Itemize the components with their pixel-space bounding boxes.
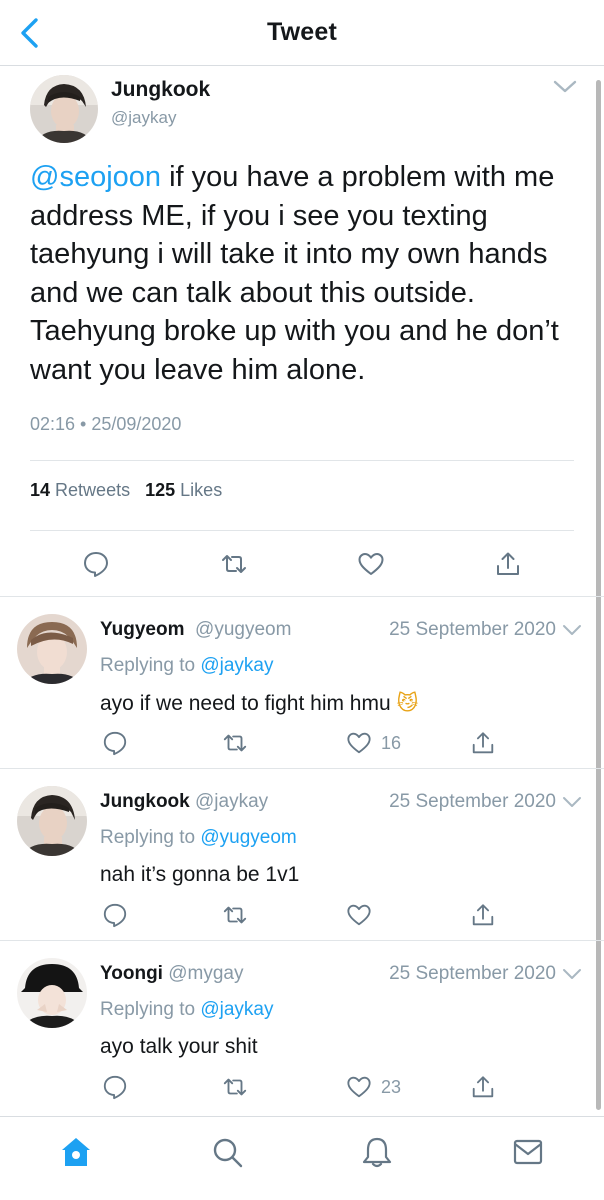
avatar-photo [17,786,87,856]
reply-icon[interactable] [82,550,110,578]
chevron-down-icon[interactable] [562,795,582,809]
like-count: 16 [381,733,402,753]
page-title: Tweet [267,18,337,46]
retweet-icon[interactable] [220,550,248,578]
replying-prefix: Replying to [100,999,201,1020]
like-icon[interactable] [346,730,372,756]
notifications-icon[interactable] [360,1135,394,1169]
avatar-photo [17,614,87,684]
like-count: 23 [381,1077,402,1097]
replying-to: Replying to @jaykay [100,999,274,1021]
author-handle[interactable]: @jaykay [111,108,176,128]
reply-author: Yoongi @mygay [100,963,244,985]
likes-label[interactable]: Likes [180,480,222,500]
tweet-text: if you have a problem with me address ME… [30,161,559,386]
home-icon[interactable] [59,1135,93,1169]
main-tweet: Jungkook @jaykay @seojoon if you have a … [0,66,604,596]
reply-handle[interactable]: @jaykay [195,791,268,812]
like-icon[interactable] [346,902,372,928]
chevron-down-icon[interactable] [562,967,582,981]
like-icon[interactable] [357,550,385,578]
share-icon[interactable] [494,550,522,578]
share-icon[interactable] [470,1074,496,1100]
reply-date: 25 September 2020 [389,963,556,984]
tweet-timestamp: 02:16 • 25/09/2020 [30,414,182,434]
reply-body: ayo talk your shit [100,1035,258,1058]
reply-author: Yugyeom @yugyeom [100,619,291,641]
bottom-tab-bar [0,1116,604,1200]
replying-to-link[interactable]: @jaykay [200,999,273,1020]
share-icon[interactable] [470,902,496,928]
reply-date: 25 September 2020 [389,619,556,640]
reply-avatar[interactable] [17,786,87,856]
divider [30,530,574,531]
reply-handle[interactable]: @yugyeom [195,619,291,640]
share-icon[interactable] [470,730,496,756]
reply-icon[interactable] [102,730,128,756]
likes-count[interactable]: 125 [145,480,175,500]
retweet-icon[interactable] [222,730,248,756]
reply-name[interactable]: Yugyeom [100,619,184,640]
search-icon[interactable] [210,1135,244,1169]
avatar-photo [30,75,98,143]
reply-icon[interactable] [102,902,128,928]
replying-to: Replying to @jaykay [100,655,274,677]
reply-tweet[interactable]: Yoongi @mygay 25 September 2020 Replying… [0,940,604,1112]
reply-body: nah it’s gonna be 1v1 [100,863,300,886]
chevron-down-icon[interactable] [552,78,578,96]
reply-name[interactable]: Yoongi [100,963,163,984]
reply-avatar[interactable] [17,958,87,1028]
messages-icon[interactable] [511,1135,545,1169]
replying-to-link[interactable]: @jaykay [200,655,273,676]
author-avatar[interactable] [30,75,98,143]
tweet-body: @seojoon if you have a problem with me a… [30,158,580,389]
divider [30,460,574,461]
author-name[interactable]: Jungkook [111,78,210,102]
replying-prefix: Replying to [100,655,201,676]
smirking-cat-emoji: 😼 [396,691,419,715]
avatar-photo [17,958,87,1028]
top-nav-bar: Tweet [0,0,604,66]
reply-name[interactable]: Jungkook [100,791,190,812]
replying-to-link[interactable]: @yugyeom [200,827,296,848]
replying-prefix: Replying to [100,827,201,848]
replying-to: Replying to @yugyeom [100,827,297,849]
reply-text: ayo if we need to fight him hmu 😼 [100,691,418,716]
reply-icon[interactable] [102,1074,128,1100]
mention-link[interactable]: @seojoon [30,161,161,193]
like-icon[interactable] [346,1074,372,1100]
reply-body: ayo if we need to fight him hmu [100,692,391,715]
tweet-stats: 14 Retweets 125 Likes [30,480,222,501]
retweets-label[interactable]: Retweets [55,480,130,500]
retweets-count[interactable]: 14 [30,480,50,500]
reply-tweet[interactable]: Jungkook @jaykay 25 September 2020 Reply… [0,768,604,940]
retweet-icon[interactable] [222,1074,248,1100]
reply-tweet[interactable]: Yugyeom @yugyeom 25 September 2020 Reply… [0,596,604,768]
retweet-icon[interactable] [222,902,248,928]
chevron-down-icon[interactable] [562,623,582,637]
reply-handle[interactable]: @mygay [168,963,243,984]
reply-date: 25 September 2020 [389,791,556,812]
reply-avatar[interactable] [17,614,87,684]
reply-author: Jungkook @jaykay [100,791,268,813]
